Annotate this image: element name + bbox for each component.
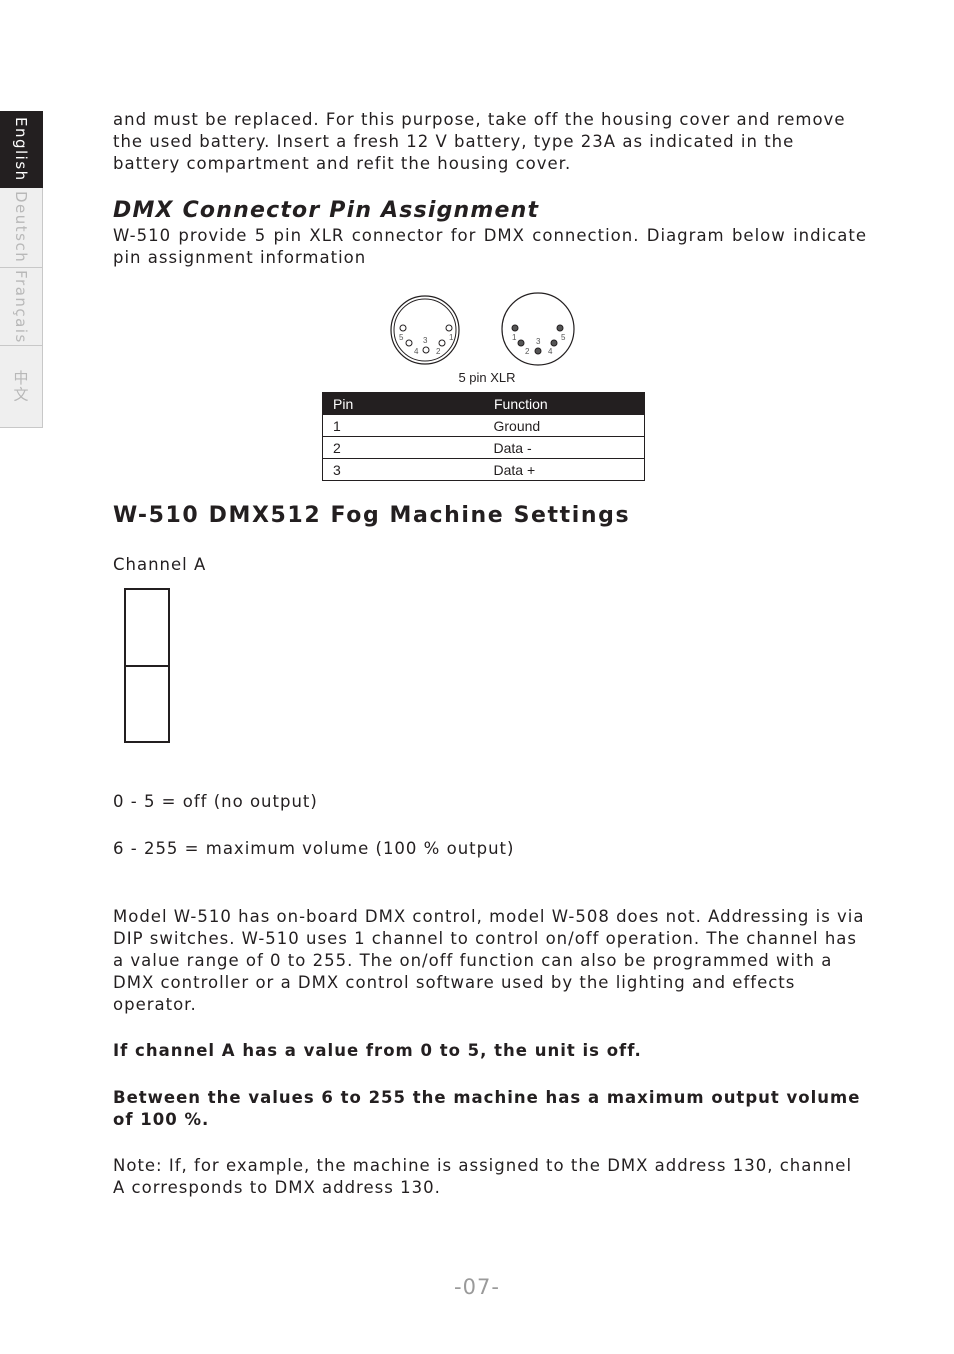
male-pin-4-label: 4: [548, 347, 553, 356]
tab-english[interactable]: English: [0, 111, 43, 188]
pin-cell: 2: [322, 436, 484, 459]
function-cell: Data -: [483, 436, 645, 459]
language-tabs: English Deutsch Français 中文: [0, 111, 43, 428]
tab-deutsch[interactable]: Deutsch: [0, 188, 43, 268]
page-number: -07-: [454, 1275, 500, 1299]
value-off-text: 0 - 5 = off (no output): [113, 792, 318, 811]
model-paragraph: Model W-510 has on-board DMX control, mo…: [113, 907, 865, 1014]
tab-francais[interactable]: Français: [0, 268, 43, 346]
header-function: Function: [483, 392, 645, 415]
male-pin-3-label: 3: [536, 337, 541, 346]
female-pin-1-label: 1: [449, 333, 454, 342]
function-cell: Data +: [483, 458, 645, 481]
table-row: 1 Ground: [322, 414, 645, 437]
male-pin-2-label: 2: [525, 347, 530, 356]
function-cell: Ground: [483, 414, 645, 437]
pin-cell: 3: [322, 458, 484, 481]
tab-chinese[interactable]: 中文: [0, 346, 43, 428]
settings-heading: W-510 DMX512 Fog Machine Settings: [113, 503, 631, 528]
male-pin-5-label: 5: [561, 333, 566, 342]
bold-note-off: If channel A has a value from 0 to 5, th…: [113, 1041, 642, 1060]
fader-divider: [126, 665, 168, 667]
bold-note-max: Between the values 6 to 255 the machine …: [113, 1088, 861, 1129]
female-pin-4-label: 4: [414, 347, 419, 356]
female-pin-2-label: 2: [436, 347, 441, 356]
value-max-text: 6 - 255 = maximum volume (100 % output): [113, 839, 515, 858]
xlr-diagram-caption: 5 pin XLR: [458, 370, 516, 385]
table-row: 2 Data -: [322, 436, 645, 459]
intro-paragraph: and must be replaced. For this purpose, …: [113, 110, 846, 173]
channel-label: Channel A: [113, 555, 207, 574]
table-row: 3 Data +: [322, 458, 645, 481]
dmx-heading: DMX Connector Pin Assignment: [113, 198, 540, 223]
female-pin-5-label: 5: [399, 333, 404, 342]
male-pin-1-label: 1: [512, 333, 517, 342]
female-pin-3-label: 3: [423, 336, 428, 345]
channel-fader-diagram: [124, 588, 170, 743]
pin-assignment-table: Pin Function 1 Ground 2 Data - 3 Data +: [322, 392, 645, 481]
pin-cell: 1: [322, 414, 484, 437]
female-xlr-connector: 5 1 3 4 2: [390, 295, 460, 365]
male-xlr-connector: 1 5 3 2 4: [501, 292, 575, 366]
table-header-row: Pin Function: [322, 392, 645, 415]
dmx-description: W-510 provide 5 pin XLR connector for DM…: [113, 226, 867, 267]
address-note: Note: If, for example, the machine is as…: [113, 1156, 853, 1197]
header-pin: Pin: [322, 392, 484, 415]
